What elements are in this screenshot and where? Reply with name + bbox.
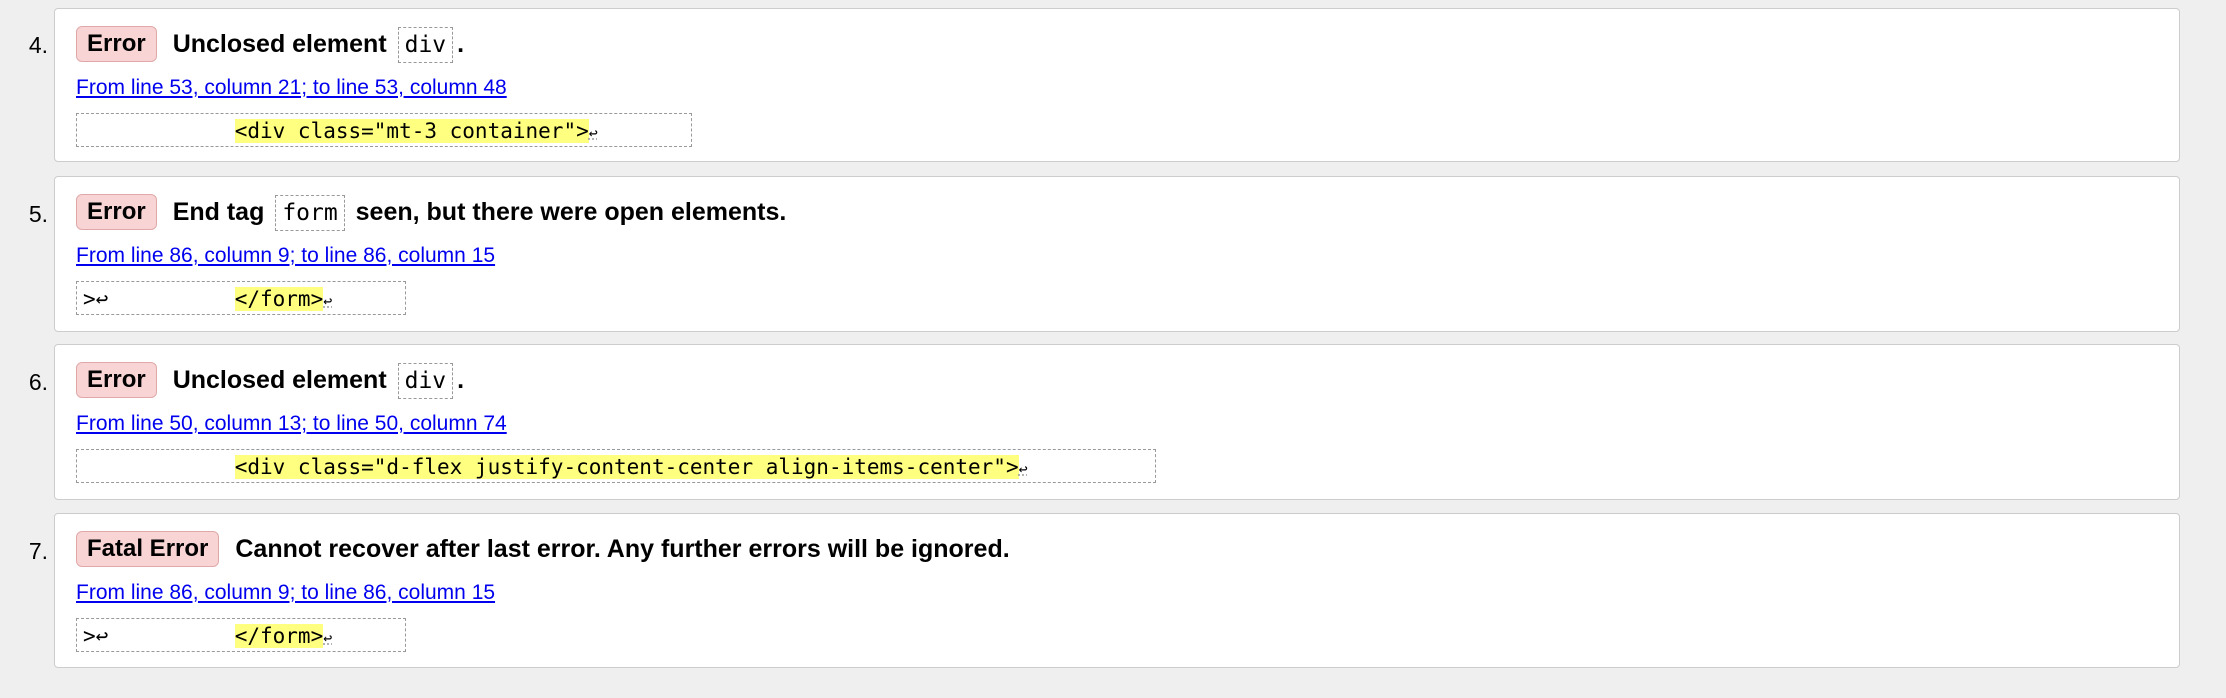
element-code: form — [275, 195, 345, 232]
extract-highlight: <div class="d-flex justify-content-cente… — [234, 455, 1019, 479]
message-text: Unclosed element div. — [172, 25, 465, 64]
location-link[interactable]: From line 86, column 9; to line 86, colu… — [76, 244, 495, 268]
error-badge: Error — [76, 26, 157, 62]
extract-highlight: <div class="mt-3 container"> — [234, 119, 589, 143]
message-headline: Error Unclosed element div. — [76, 361, 465, 400]
code-extract: >↩ </form>↩ — [76, 618, 406, 652]
code-extract: <div class="mt-3 container">↩ — [76, 113, 692, 147]
message-number: 4. — [28, 32, 48, 58]
message-text-after: . — [457, 365, 465, 394]
extract-highlight: </form> — [234, 624, 324, 648]
message-text: Cannot recover after last error. Any fur… — [235, 535, 1010, 563]
code-extract: >↩ </form>↩ — [76, 281, 406, 315]
extract-prefix: >↩ — [83, 624, 235, 648]
error-badge: Error — [76, 194, 157, 230]
message-card: Error End tag form seen, but there were … — [54, 176, 2180, 332]
extract-prefix — [83, 455, 235, 479]
return-icon: ↩ — [323, 292, 333, 310]
message-card: Fatal Error Cannot recover after last er… — [54, 513, 2180, 668]
return-icon: ↩ — [323, 629, 333, 647]
extract-highlight: </form> — [234, 287, 324, 311]
message-text-before: Unclosed element — [172, 29, 387, 58]
element-code: div — [397, 27, 454, 64]
location-link[interactable]: From line 53, column 21; to line 53, col… — [76, 76, 507, 100]
error-badge: Error — [76, 362, 157, 398]
message-text: End tag form seen, but there were open e… — [172, 193, 787, 232]
return-icon: ↩ — [1018, 460, 1028, 478]
message-card: Error Unclosed element div. From line 53… — [54, 8, 2180, 162]
fatal-error-badge: Fatal Error — [76, 531, 220, 567]
validation-message-list: 4. Error Unclosed element div. From line… — [0, 0, 2226, 698]
message-headline: Error Unclosed element div. — [76, 25, 465, 64]
message-number: 7. — [28, 538, 48, 564]
message-text: Unclosed element div. — [172, 361, 465, 400]
message-number: 6. — [28, 369, 48, 395]
return-icon: ↩ — [588, 124, 598, 142]
location-link[interactable]: From line 86, column 9; to line 86, colu… — [76, 581, 495, 605]
extract-prefix — [83, 119, 235, 143]
message-text-before: End tag — [172, 197, 265, 226]
message-headline: Error End tag form seen, but there were … — [76, 193, 787, 232]
code-extract: <div class="d-flex justify-content-cente… — [76, 449, 1156, 483]
location-link[interactable]: From line 50, column 13; to line 50, col… — [76, 412, 507, 436]
message-headline: Fatal Error Cannot recover after last er… — [76, 530, 1010, 568]
message-text-after: seen, but there were open elements. — [355, 197, 787, 226]
message-card: Error Unclosed element div. From line 50… — [54, 344, 2180, 500]
message-number: 5. — [28, 201, 48, 227]
message-text-after: . — [457, 29, 465, 58]
message-text-before: Unclosed element — [172, 365, 387, 394]
element-code: div — [397, 363, 454, 400]
extract-prefix: >↩ — [83, 287, 235, 311]
